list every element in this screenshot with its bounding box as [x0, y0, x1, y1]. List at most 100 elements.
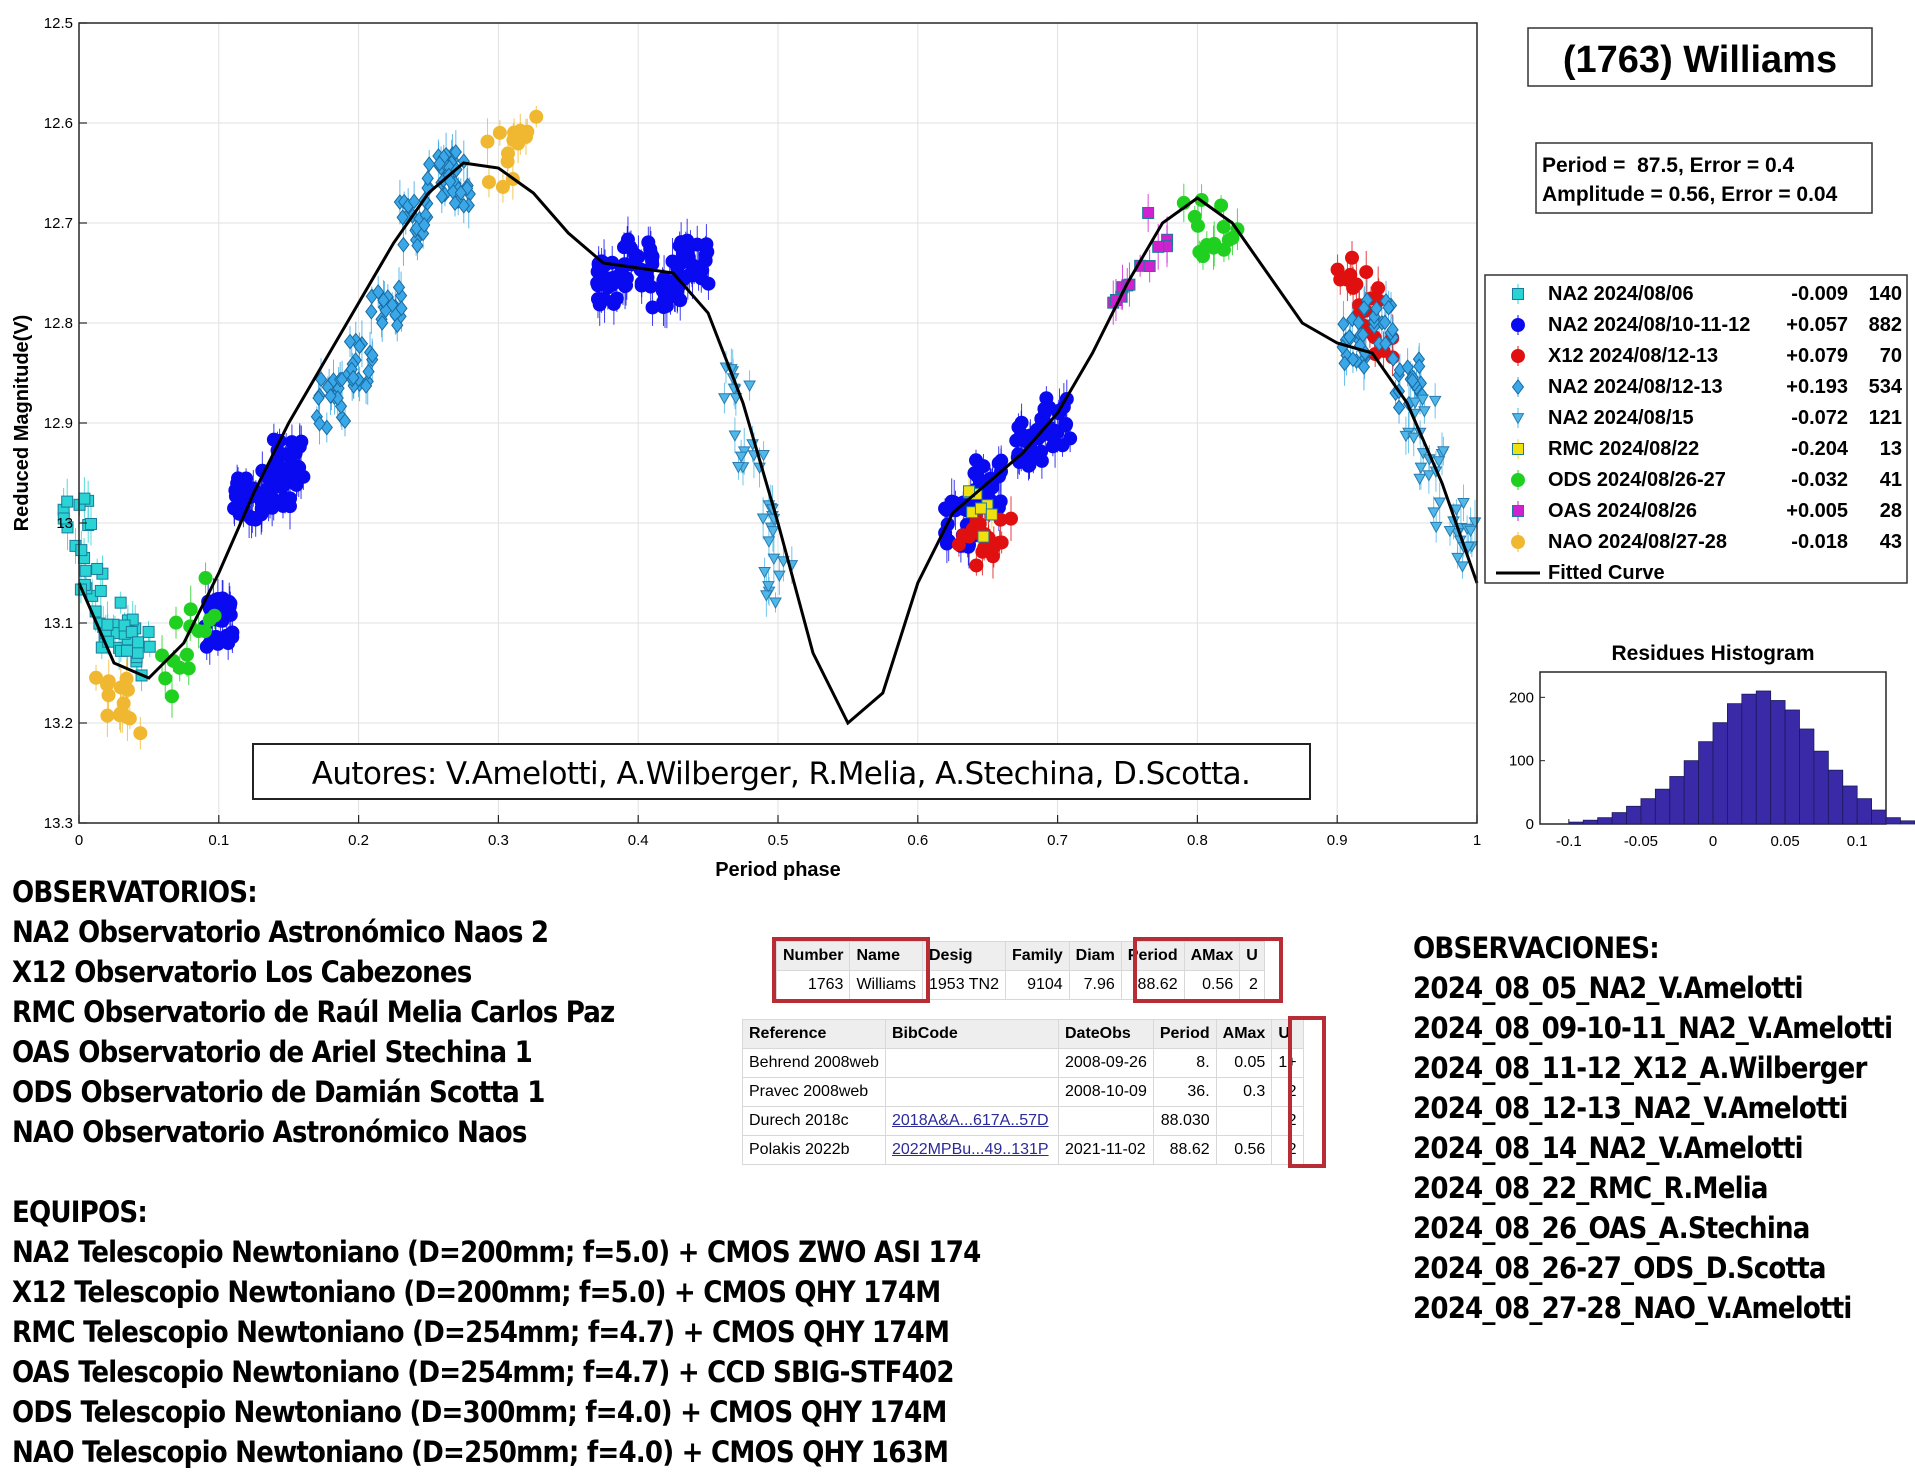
- observacion-item: 2024_08_09-10-11_NA2_V.Amelotti: [1413, 1011, 1893, 1045]
- data-point: [248, 512, 263, 527]
- legend-label: X12 2024/08/12-13: [1548, 345, 1718, 367]
- data-point: [1039, 401, 1054, 416]
- histogram-bar: [1568, 821, 1584, 825]
- legend-offset: +0.005: [1786, 500, 1848, 522]
- cell-reference: Durech 2018c: [742, 1106, 886, 1136]
- reference-row: Behrend 2008web 2008-09-26 8. 0.05 1+: [742, 1048, 1304, 1078]
- equipo-item: ODS Telescopio Newtoniano (D=300mm; f=4.…: [12, 1395, 947, 1429]
- data-point: [657, 299, 672, 314]
- x-tick-label: 0.9: [1327, 832, 1348, 849]
- x-tick-label: 0.5: [768, 832, 789, 849]
- bibcode-link[interactable]: 2022MPBu...49..131P: [892, 1141, 1049, 1158]
- cell-period: 36.: [1152, 1077, 1217, 1107]
- data-point: [172, 660, 187, 675]
- legend-offset: -0.204: [1791, 438, 1849, 460]
- data-point: [230, 487, 245, 502]
- observacion-item: 2024_08_26-27_ODS_D.Scotta: [1413, 1251, 1826, 1285]
- col-period: Period: [1152, 1019, 1217, 1049]
- histogram-bar: [1799, 728, 1815, 825]
- cell-diam: 7.96: [1068, 970, 1122, 1000]
- data-point: [79, 564, 92, 577]
- histogram-bar: [1683, 760, 1699, 825]
- authors-text: Autores: V.Amelotti, A.Wilberger, R.Meli…: [312, 756, 1250, 792]
- data-point: [61, 495, 74, 508]
- y-tick-label: 12.9: [44, 415, 73, 432]
- x-tick-label: 0.7: [1047, 832, 1068, 849]
- fit-period: Period = 87.5, Error = 0.4: [1542, 154, 1794, 177]
- legend-label: NA2 2024/08/12-13: [1548, 376, 1723, 398]
- legend-marker: [1512, 443, 1524, 455]
- y-tick-label: 13.2: [44, 715, 73, 732]
- y-tick-label: 13: [56, 515, 73, 532]
- data-point: [221, 636, 236, 651]
- data-point: [985, 508, 998, 521]
- data-point: [1058, 417, 1073, 432]
- col-family: Family: [1004, 941, 1070, 971]
- cell-period: 88.62: [1152, 1135, 1217, 1165]
- y-tick-label: 13.3: [44, 815, 73, 832]
- data-point: [120, 644, 133, 657]
- data-point: [131, 646, 144, 659]
- legend-count: 140: [1869, 283, 1902, 305]
- legend-marker: [1511, 535, 1525, 549]
- equipo-item: NA2 Telescopio Newtoniano (D=200mm; f=5.…: [12, 1235, 981, 1269]
- histogram-bar: [1611, 812, 1627, 825]
- data-point: [206, 594, 221, 609]
- data-point: [609, 291, 624, 306]
- cell-amax: 0.3: [1215, 1077, 1273, 1107]
- data-point: [125, 625, 138, 638]
- histogram-bar: [1597, 817, 1613, 825]
- data-point: [617, 240, 632, 255]
- data-point: [969, 558, 984, 573]
- y-tick-label: 12.6: [44, 115, 73, 132]
- data-point: [1142, 206, 1155, 219]
- data-point: [590, 292, 605, 307]
- cell-dateobs: [1058, 1106, 1154, 1136]
- observacion-item: 2024_08_27-28_NAO_V.Amelotti: [1413, 1291, 1852, 1325]
- observacion-item: 2024_08_22_RMC_R.Melia: [1413, 1171, 1768, 1205]
- data-point: [994, 453, 1009, 468]
- histogram-bar: [1842, 785, 1858, 825]
- data-point: [94, 584, 107, 597]
- cell-reference: Pravec 2008web: [742, 1077, 886, 1107]
- data-point: [198, 571, 213, 586]
- histogram-bar: [1827, 769, 1844, 825]
- data-point: [283, 458, 298, 473]
- histogram-bar: [1755, 690, 1772, 825]
- data-point: [263, 490, 278, 505]
- observacion-item: 2024_08_26_OAS_A.Stechina: [1413, 1211, 1810, 1245]
- legend-offset: +0.057: [1786, 314, 1848, 336]
- reference-row: Pravec 2008web 2008-10-09 36. 0.3 2: [742, 1077, 1304, 1107]
- highlight-period-amax-u: [1133, 937, 1283, 1003]
- col-desig: Desig: [922, 941, 1006, 971]
- data-point: [101, 688, 116, 703]
- data-point: [529, 109, 544, 124]
- observacion-item: 2024_08_11-12_X12_A.Wilberger: [1413, 1051, 1867, 1085]
- data-point: [701, 276, 716, 291]
- legend-offset: +0.079: [1786, 345, 1848, 367]
- bibcode-link[interactable]: 2018A&A...617A..57D: [892, 1112, 1049, 1129]
- reference-row: Polakis 2022b 2022MPBu...49..131P 2021-1…: [742, 1135, 1304, 1165]
- histogram-bar: [1698, 741, 1714, 825]
- cell-reference: Polakis 2022b: [742, 1135, 886, 1165]
- data-point: [284, 435, 299, 450]
- highlight-u-column: [1288, 1016, 1326, 1168]
- histogram-bar: [1640, 798, 1656, 825]
- cell-amax: 0.56: [1215, 1135, 1273, 1165]
- data-point: [158, 671, 173, 686]
- data-point: [501, 146, 516, 161]
- y-tick-label: 13.1: [44, 615, 73, 632]
- data-point: [75, 544, 88, 557]
- legend-label: Fitted Curve: [1548, 562, 1665, 584]
- data-point: [1143, 260, 1156, 273]
- histogram-x-tick-label: -0.05: [1624, 833, 1658, 850]
- histogram-bar: [1900, 820, 1915, 825]
- data-point: [78, 492, 91, 505]
- equipo-item: OAS Telescopio Newtoniano (D=254mm; f=4.…: [12, 1355, 955, 1389]
- col-reference: Reference: [742, 1019, 886, 1049]
- legend-marker: [1512, 288, 1524, 300]
- data-point: [1152, 240, 1165, 253]
- cell-dateobs: 2008-10-09: [1058, 1077, 1154, 1107]
- histogram-bar: [1712, 722, 1728, 825]
- cell-amax: 0.05: [1215, 1048, 1273, 1078]
